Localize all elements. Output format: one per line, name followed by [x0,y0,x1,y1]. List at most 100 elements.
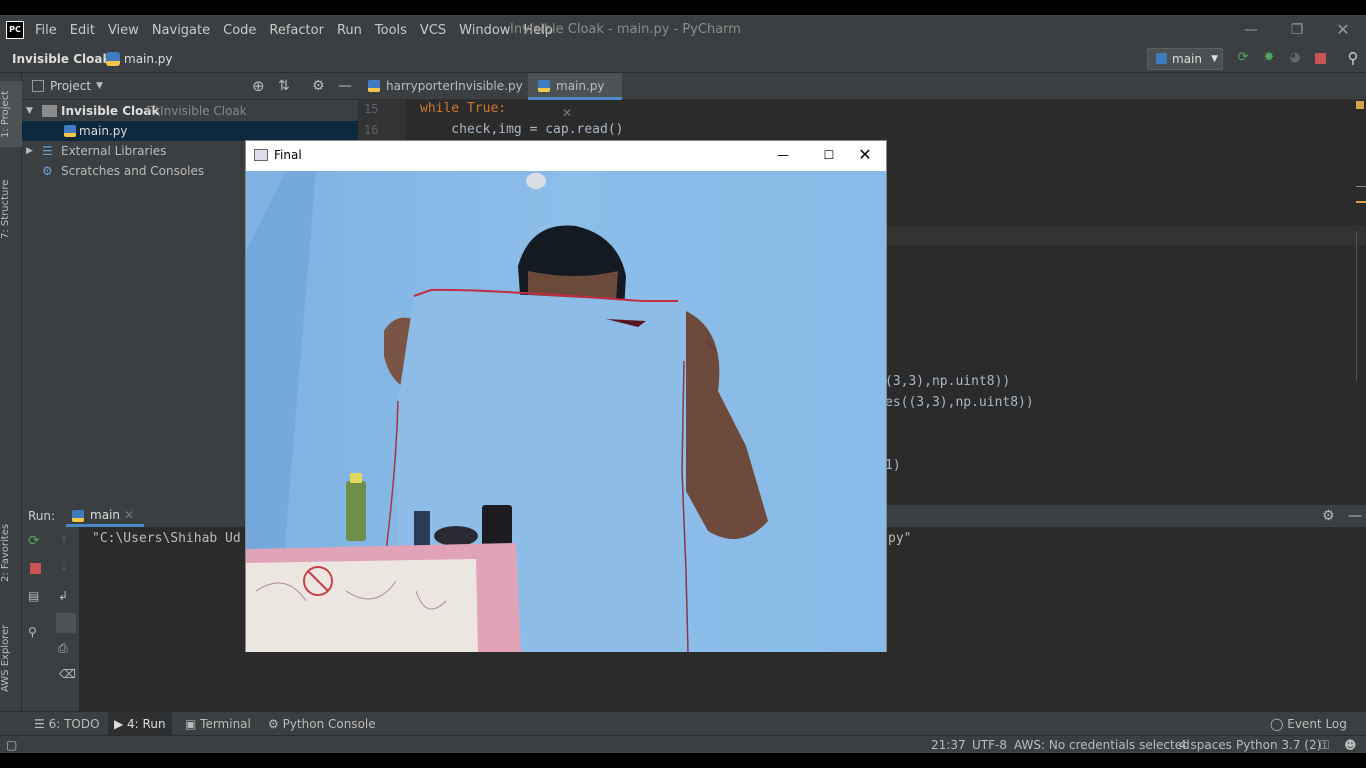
menu-edit[interactable]: Edit [70,23,95,38]
hide-icon[interactable]: — [1348,505,1362,527]
final-window-titlebar[interactable]: Final — ☐ ✕ [246,141,886,171]
lock-icon[interactable]: ⚿ [1320,736,1329,754]
tab-todo[interactable]: ☰ 6: TODO [34,712,100,736]
run-tab-main[interactable]: main ✕ [66,505,144,527]
run-configuration-select[interactable]: main ▼ [1147,48,1223,70]
editor-tabs: harryporterInvisible.py ✕ main.py ✕ [358,73,1366,120]
debug-icon[interactable]: ✸ [1260,49,1278,67]
folder-icon [42,105,57,117]
tab-harryporter[interactable]: harryporterInvisible.py ✕ [358,73,528,120]
tree-root[interactable]: ▼ Invisible Cloak F:\Invisible Cloak [22,101,358,121]
notifications-icon[interactable]: ☻ [1344,736,1357,754]
project-panel-header: Project ▼ ⊕ ⇅ ⚙ — [22,73,358,100]
expand-arrow-icon: ▶ [26,146,33,156]
chevron-down-icon[interactable]: ▼ [96,73,103,100]
menu-run[interactable]: Run [337,23,362,38]
rerun-icon[interactable]: ⟳ [28,533,40,549]
maximize-button[interactable]: ❐ [1274,15,1320,45]
scroll-marker [1356,201,1366,203]
soft-wrap-icon[interactable]: ↲ [58,589,68,603]
caret-position[interactable]: 21:37 [931,736,966,754]
left-tool-strip: 1: Project 7: Structure 2: Favorites AWS… [0,73,22,711]
aws-status[interactable]: AWS: No credentials selected [1014,736,1190,754]
menu-tools[interactable]: Tools [375,23,407,38]
tab-structure[interactable]: 7: Structure [0,169,22,249]
close-button[interactable]: ✕ [842,141,888,169]
scroll-to-end-icon[interactable] [56,613,76,633]
menu-vcs[interactable]: VCS [420,23,446,38]
code-fragment[interactable]: (3,3),np.uint8)) [885,374,1010,389]
tab-python-console[interactable]: ⚙ Python Console [268,712,376,736]
tab-label: main.py [556,79,605,93]
project-view-label[interactable]: Project [50,73,91,100]
menu-window[interactable]: Window [459,23,510,38]
python-file-icon [538,80,550,92]
libs-label: External Libraries [61,144,167,158]
tab-terminal[interactable]: ▣ Terminal [185,712,251,736]
stop-icon[interactable] [1315,53,1326,64]
line-number: 15 [364,102,379,116]
menu-navigate[interactable]: Navigate [152,23,210,38]
code-line-16[interactable]: check,img = cap.read() [420,122,623,137]
run-toolbar: ⟳ ↑ ↓ ▤ ↲ ⚲ ⎙ ⌫ [22,527,80,711]
rerun-icon[interactable]: ⟳ [1234,49,1252,67]
event-log-label: Event Log [1287,717,1347,731]
close-button[interactable]: ✕ [1320,15,1366,45]
breadcrumb-project[interactable]: Invisible Cloak [12,45,110,73]
tab-main[interactable]: main.py ✕ [528,73,622,120]
window-title: Invisible Cloak - main.py - PyCharm [510,22,741,37]
profile-icon[interactable]: ◕ [1286,49,1304,67]
code-fragment[interactable]: es((3,3),np.uint8)) [885,395,1034,410]
warning-marker[interactable] [1356,101,1364,109]
trash-icon[interactable]: ⌫ [59,667,76,681]
terminal-icon: ▣ [185,717,201,731]
up-arrow-icon[interactable]: ↑ [59,533,69,547]
menu-code[interactable]: Code [223,23,256,38]
chevron-down-icon: ▼ [1211,54,1218,64]
breadcrumb-file[interactable]: main.py [124,45,173,73]
close-tab-icon[interactable]: ✕ [562,106,572,120]
final-window[interactable]: Final — ☐ ✕ [245,140,887,652]
down-arrow-icon[interactable]: ↓ [59,559,69,573]
tab-run[interactable]: ▶ 4: Run [108,712,172,736]
tab-project[interactable]: 1: Project [0,81,22,147]
locate-icon[interactable]: ⊕ [252,73,265,100]
tree-file-main[interactable]: main.py [22,121,358,141]
minimize-button[interactable]: — [1228,15,1274,45]
menu-view[interactable]: View [108,23,139,38]
interpreter[interactable]: Python 3.7 (2) [1236,736,1321,754]
pin-icon[interactable]: ⚲ [28,625,37,639]
event-log-icon: ◯ [1270,717,1288,731]
tab-favorites[interactable]: 2: Favorites [0,513,22,593]
camera-feed-image [246,171,886,652]
collapse-all-icon[interactable]: ⇅ [278,73,290,100]
hide-icon[interactable]: — [338,73,352,100]
tool-windows-icon[interactable]: ▢ [6,736,17,754]
stop-icon[interactable] [30,563,41,574]
console-output-tail[interactable]: py" [888,531,911,546]
python-icon [1156,53,1167,64]
code-line-15[interactable]: while True: [420,101,506,116]
indent-setting[interactable]: 4 spaces [1179,736,1232,754]
gear-icon[interactable]: ⚙ [1322,505,1335,527]
status-bar: ▢ 21:37 UTF-8 AWS: No credentials select… [0,735,1366,753]
close-tab-icon[interactable]: ✕ [124,505,134,525]
scrollbar[interactable] [1356,231,1366,381]
search-icon[interactable]: ⚲ [1344,49,1362,67]
console-output[interactable]: "C:\Users\Shihab Ud [92,531,241,546]
file-encoding[interactable]: UTF-8 [972,736,1007,754]
minimize-button[interactable]: — [760,141,806,169]
print-icon[interactable]: ⎙ [58,641,68,656]
tab-aws-explorer[interactable]: AWS Explorer [0,613,22,703]
folder-view-icon [32,80,44,92]
scratches-icon: ⚙ [42,164,53,178]
layout-icon[interactable]: ▤ [28,589,39,603]
todo-icon: ☰ [34,717,49,731]
menu-file[interactable]: File [35,23,57,38]
event-log[interactable]: ◯ Event Log [1270,712,1347,736]
menu-refactor[interactable]: Refactor [269,23,324,38]
code-fragment[interactable]: 1) [885,458,901,473]
run-label: 4: Run [127,717,166,731]
gear-icon[interactable]: ⚙ [312,73,325,100]
python-console-label: Python Console [282,717,376,731]
